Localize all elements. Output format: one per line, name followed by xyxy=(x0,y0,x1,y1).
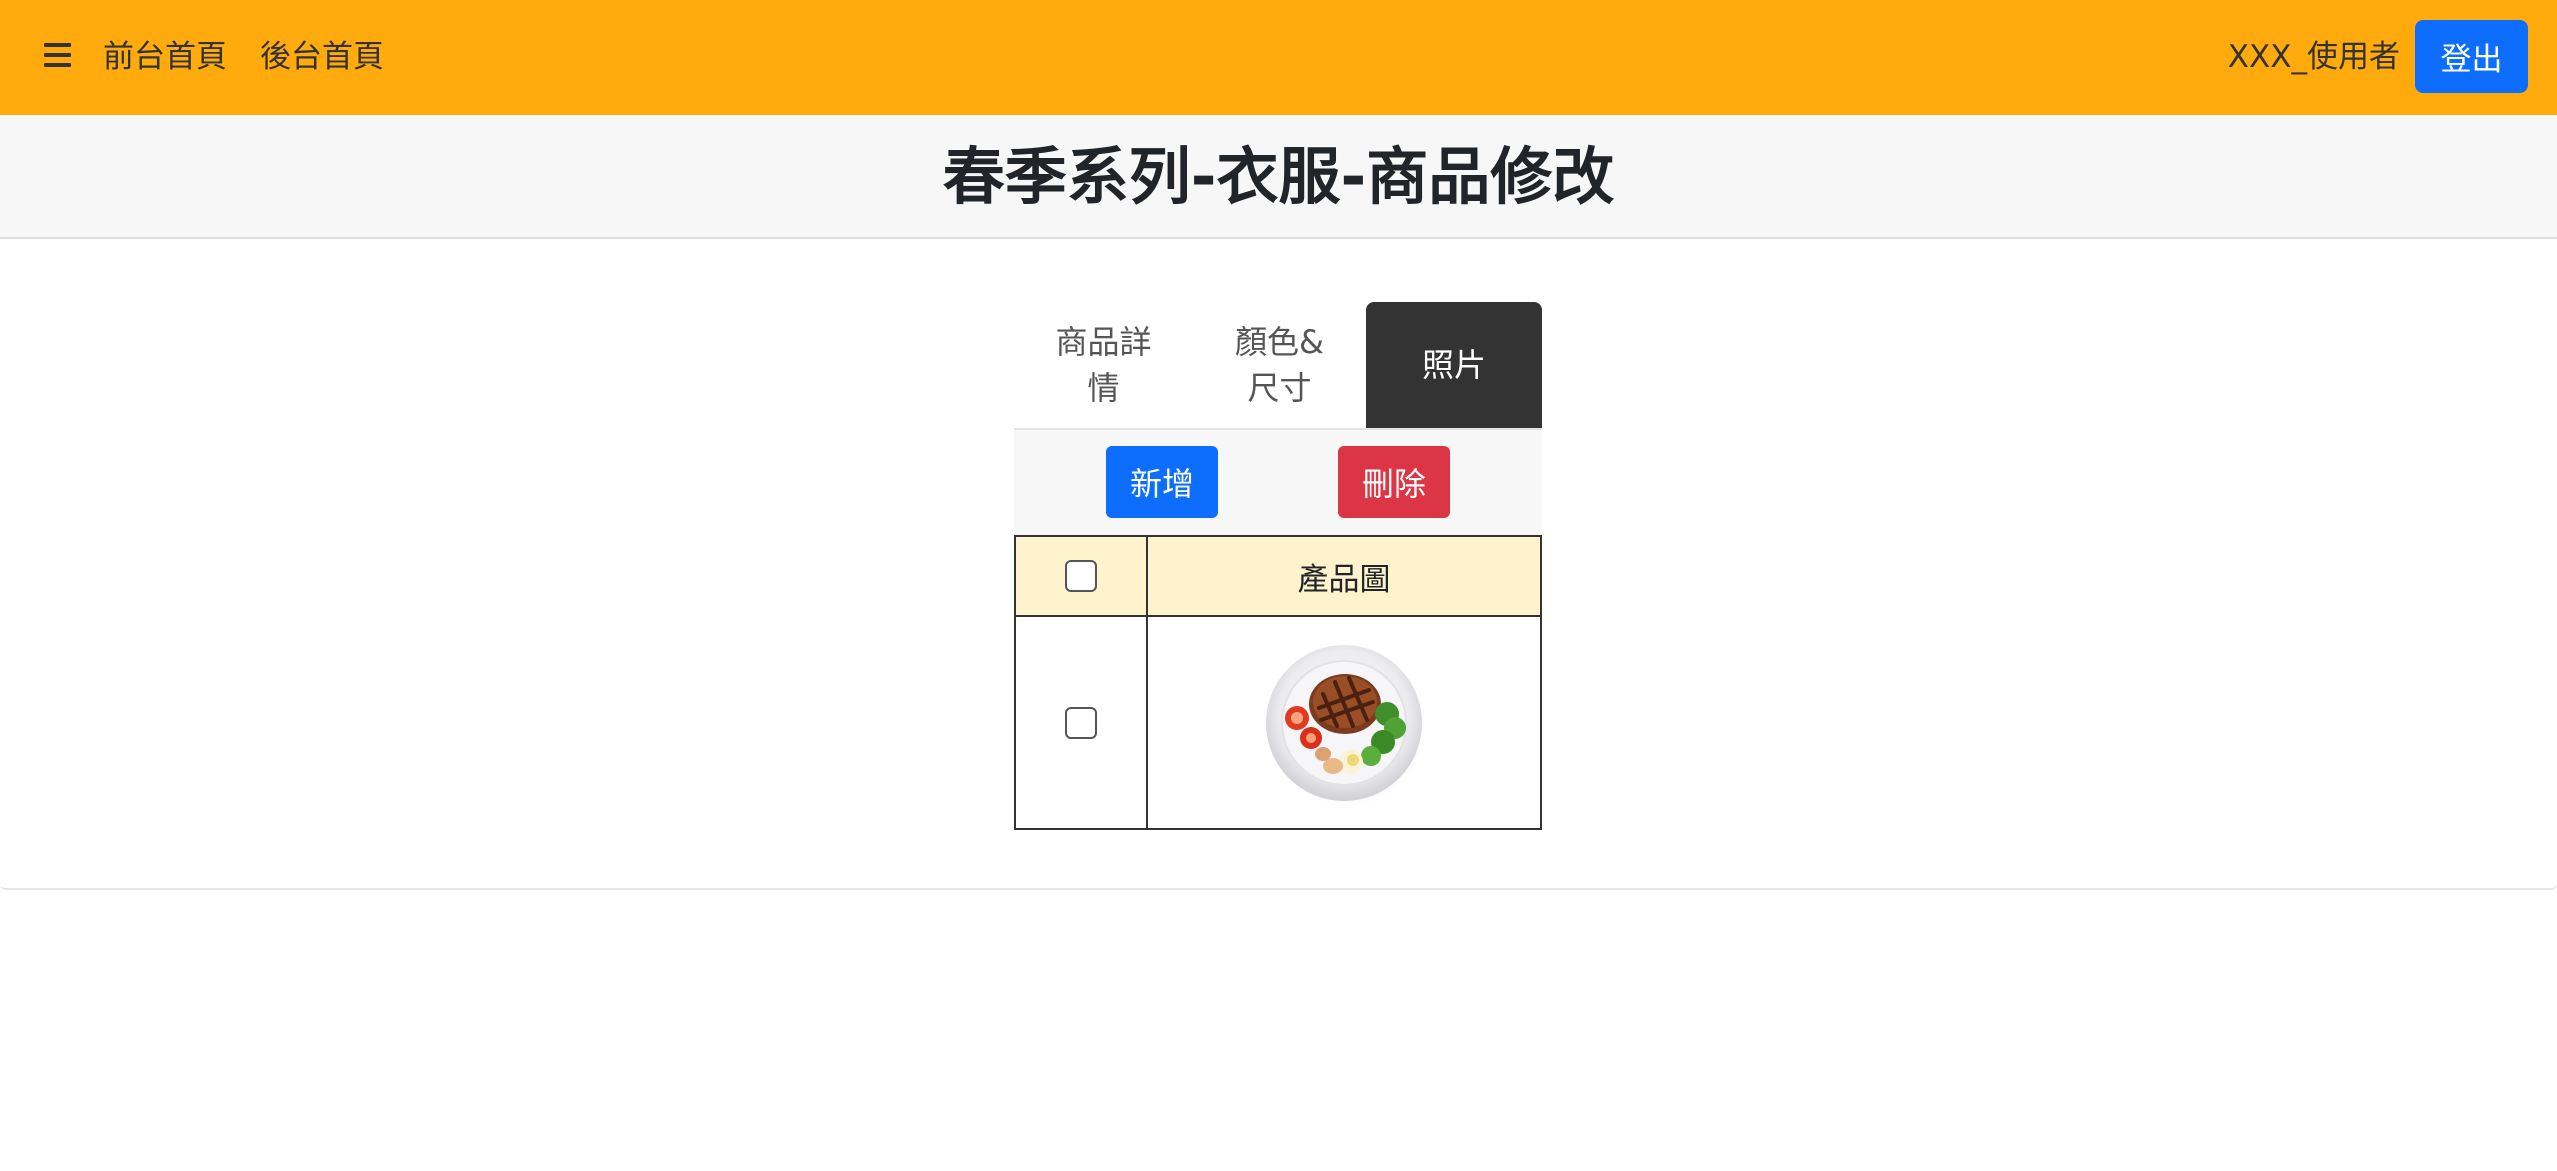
tab-photos[interactable]: 照片 xyxy=(1366,302,1542,428)
tab-label: 商品詳 xyxy=(1055,323,1152,361)
username-label: XXX_使用者 xyxy=(2227,39,2400,75)
page-header: 春季系列-衣服-商品修改 xyxy=(0,115,2557,239)
row-checkbox[interactable] xyxy=(1065,706,1097,739)
hamburger-icon[interactable] xyxy=(44,43,72,71)
tab-label: 尺寸 xyxy=(1247,369,1312,407)
select-all-cell xyxy=(1014,535,1148,617)
row-check-cell xyxy=(1014,615,1148,830)
nav-back-home-link[interactable]: 後台首頁 xyxy=(260,36,384,78)
logout-button[interactable]: 登出 xyxy=(2415,20,2528,93)
delete-button[interactable]: 刪除 xyxy=(1338,446,1450,518)
steak-plate-photo xyxy=(1265,644,1429,808)
top-navbar: 前台首頁 後台首頁 XXX_使用者 登出 xyxy=(0,0,2557,115)
nav-front-home-link[interactable]: 前台首頁 xyxy=(103,36,227,78)
row-image-cell xyxy=(1146,615,1542,830)
product-image-header: 產品圖 xyxy=(1146,535,1542,617)
tab-label: 情 xyxy=(1087,369,1120,407)
tab-label: 顏色& xyxy=(1235,323,1324,361)
table-header-row: 產品圖 xyxy=(1014,535,1542,617)
photo-table: 產品圖 xyxy=(1014,535,1542,830)
tab-product-details[interactable]: 商品詳 情 xyxy=(1014,302,1193,428)
tab-label: 照片 xyxy=(1421,346,1486,384)
table-row xyxy=(1014,615,1542,830)
add-button[interactable]: 新增 xyxy=(1106,446,1218,518)
tab-bar: 商品詳 情 顏色& 尺寸 照片 xyxy=(1014,302,1542,428)
photo-action-bar: 新增 刪除 xyxy=(1014,428,1542,535)
tab-color-size[interactable]: 顏色& 尺寸 xyxy=(1193,302,1366,428)
page-title: 春季系列-衣服-商品修改 xyxy=(942,140,1615,213)
select-all-checkbox[interactable] xyxy=(1065,560,1097,592)
